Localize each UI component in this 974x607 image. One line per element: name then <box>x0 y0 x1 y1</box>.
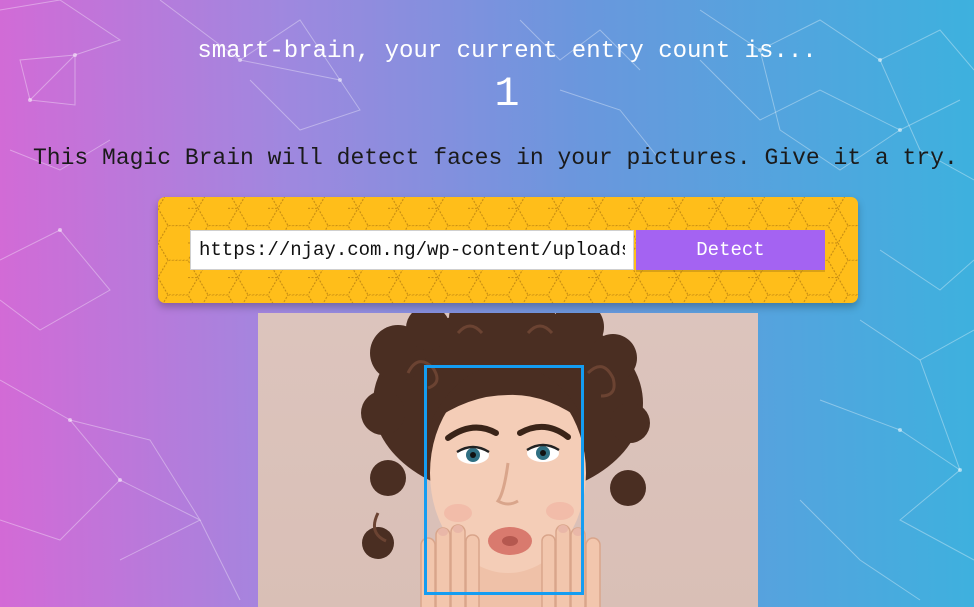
entry-count-greeting: smart-brain, your current entry count is… <box>197 38 817 65</box>
image-url-form: Detect <box>158 197 858 303</box>
image-url-input[interactable] <box>190 230 634 270</box>
entry-count-value: 1 <box>494 70 520 118</box>
intro-text: This Magic Brain will detect faces in yo… <box>33 145 958 171</box>
face-bounding-box <box>424 365 584 595</box>
detect-button[interactable]: Detect <box>636 230 825 270</box>
uploaded-image <box>258 313 758 607</box>
